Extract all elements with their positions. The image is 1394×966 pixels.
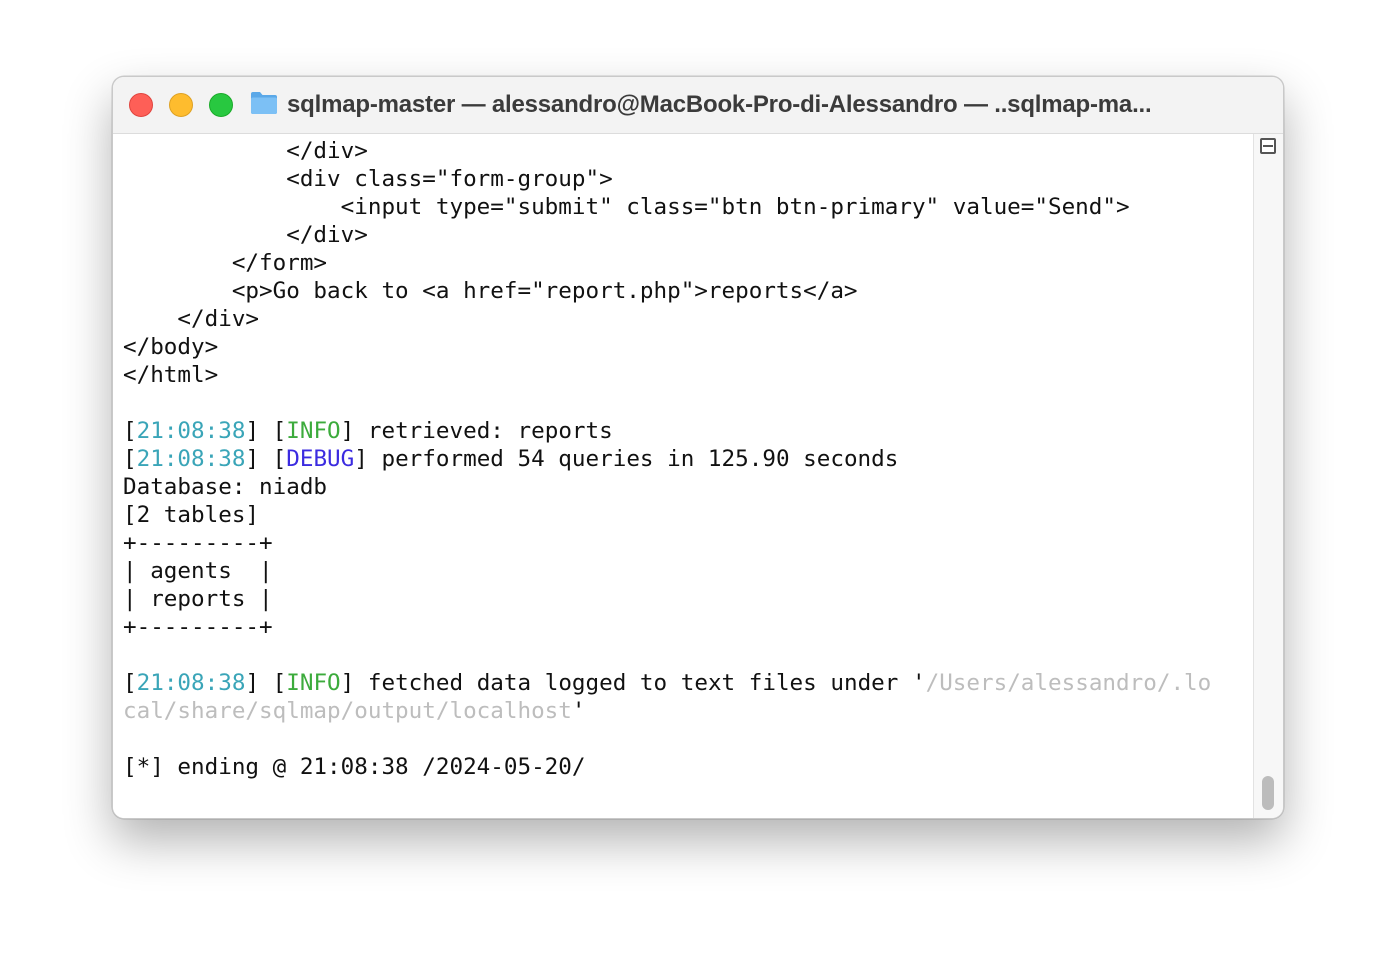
terminal-line: [2 tables] [123, 502, 259, 528]
terminal-text: <input type="submit" class="btn btn-prim… [123, 194, 1130, 220]
terminal-line: </body> [123, 334, 218, 360]
output-path: cal/share/sqlmap/output/localhost [123, 698, 572, 724]
terminal-text: | reports | [123, 586, 273, 612]
folder-icon [251, 92, 277, 114]
close-window-button[interactable] [129, 93, 153, 117]
terminal-text: </form> [123, 250, 328, 276]
terminal-text: [2 tables] [123, 502, 260, 528]
terminal-line: </div> [123, 222, 368, 248]
window-title: sqlmap-master — alessandro@MacBook-Pro-d… [287, 91, 1152, 118]
terminal-line: </div> [123, 138, 368, 164]
terminal-line: cal/share/sqlmap/output/localhost' [123, 698, 586, 724]
log-level-info: INFO [286, 418, 341, 444]
terminal-text: </div> [123, 222, 368, 248]
log-timestamp: 21:08:38 [136, 670, 246, 696]
terminal-text: [ [123, 446, 137, 472]
terminal-line: [21:08:38] [DEBUG] performed 54 queries … [123, 446, 898, 472]
terminal-line: [21:08:38] [INFO] fetched data logged to… [123, 670, 1211, 696]
maximize-window-button[interactable] [209, 93, 233, 117]
terminal-line: <p>Go back to <a href="report.php">repor… [123, 278, 858, 304]
title-bar[interactable]: sqlmap-master — alessandro@MacBook-Pro-d… [113, 77, 1283, 134]
terminal-line: [21:08:38] [INFO] retrieved: reports [123, 418, 613, 444]
terminal-text: </body> [123, 334, 219, 360]
scrollbar[interactable] [1253, 134, 1283, 818]
terminal-line: Database: niadb [123, 474, 327, 500]
log-level-info: INFO [286, 670, 341, 696]
terminal-text: ] retrieved: reports [340, 418, 613, 444]
terminal-line: </html> [123, 362, 218, 388]
terminal-line: </div> [123, 306, 259, 332]
split-pane-icon[interactable] [1260, 138, 1276, 154]
terminal-window: sqlmap-master — alessandro@MacBook-Pro-d… [112, 76, 1284, 819]
log-level-debug: DEBUG [286, 446, 355, 472]
terminal-text: +---------+ [123, 614, 273, 640]
terminal-line: </form> [123, 250, 327, 276]
terminal-line: | reports | [123, 586, 273, 612]
terminal-line: [*] ending @ 21:08:38 /2024-05-20/ [123, 754, 586, 780]
log-timestamp: 21:08:38 [136, 446, 246, 472]
terminal-line: +---------+ [123, 614, 273, 640]
terminal-line: <input type="submit" class="btn btn-prim… [123, 194, 1130, 220]
terminal-text: ' [571, 698, 586, 724]
terminal-line: +---------+ [123, 530, 273, 556]
output-path: /Users/alessandro/.lo [925, 670, 1212, 696]
terminal-text: </div> [123, 138, 368, 164]
scrollbar-thumb[interactable] [1262, 776, 1274, 810]
terminal-text: [*] ending @ 21:08:38 /2024-05-20/ [123, 754, 586, 780]
terminal-text: ] performed 54 queries in 125.90 seconds [354, 446, 899, 472]
terminal-text: Database: niadb [123, 474, 328, 500]
terminal-output[interactable]: </div> <div class="form-group"> <input t… [123, 137, 1211, 781]
minimize-window-button[interactable] [169, 93, 193, 117]
terminal-text: <div class="form-group"> [123, 166, 613, 192]
terminal-text: | agents | [123, 558, 273, 584]
log-timestamp: 21:08:38 [136, 418, 246, 444]
terminal-text: [ [123, 670, 137, 696]
terminal-text: ] [ [245, 418, 287, 444]
terminal-text: </div> [123, 306, 260, 332]
terminal-line: <div class="form-group"> [123, 166, 613, 192]
terminal-text: [ [123, 418, 137, 444]
terminal-text: </html> [123, 362, 219, 388]
terminal-text: ] [ [245, 446, 287, 472]
terminal-content[interactable]: </div> <div class="form-group"> <input t… [113, 134, 1254, 818]
terminal-line: | agents | [123, 558, 273, 584]
terminal-text: ] [ [245, 670, 287, 696]
terminal-text: <p>Go back to <a href="report.php">repor… [123, 278, 858, 304]
terminal-text: ] fetched data logged to text files unde… [340, 670, 926, 696]
terminal-text: +---------+ [123, 530, 273, 556]
